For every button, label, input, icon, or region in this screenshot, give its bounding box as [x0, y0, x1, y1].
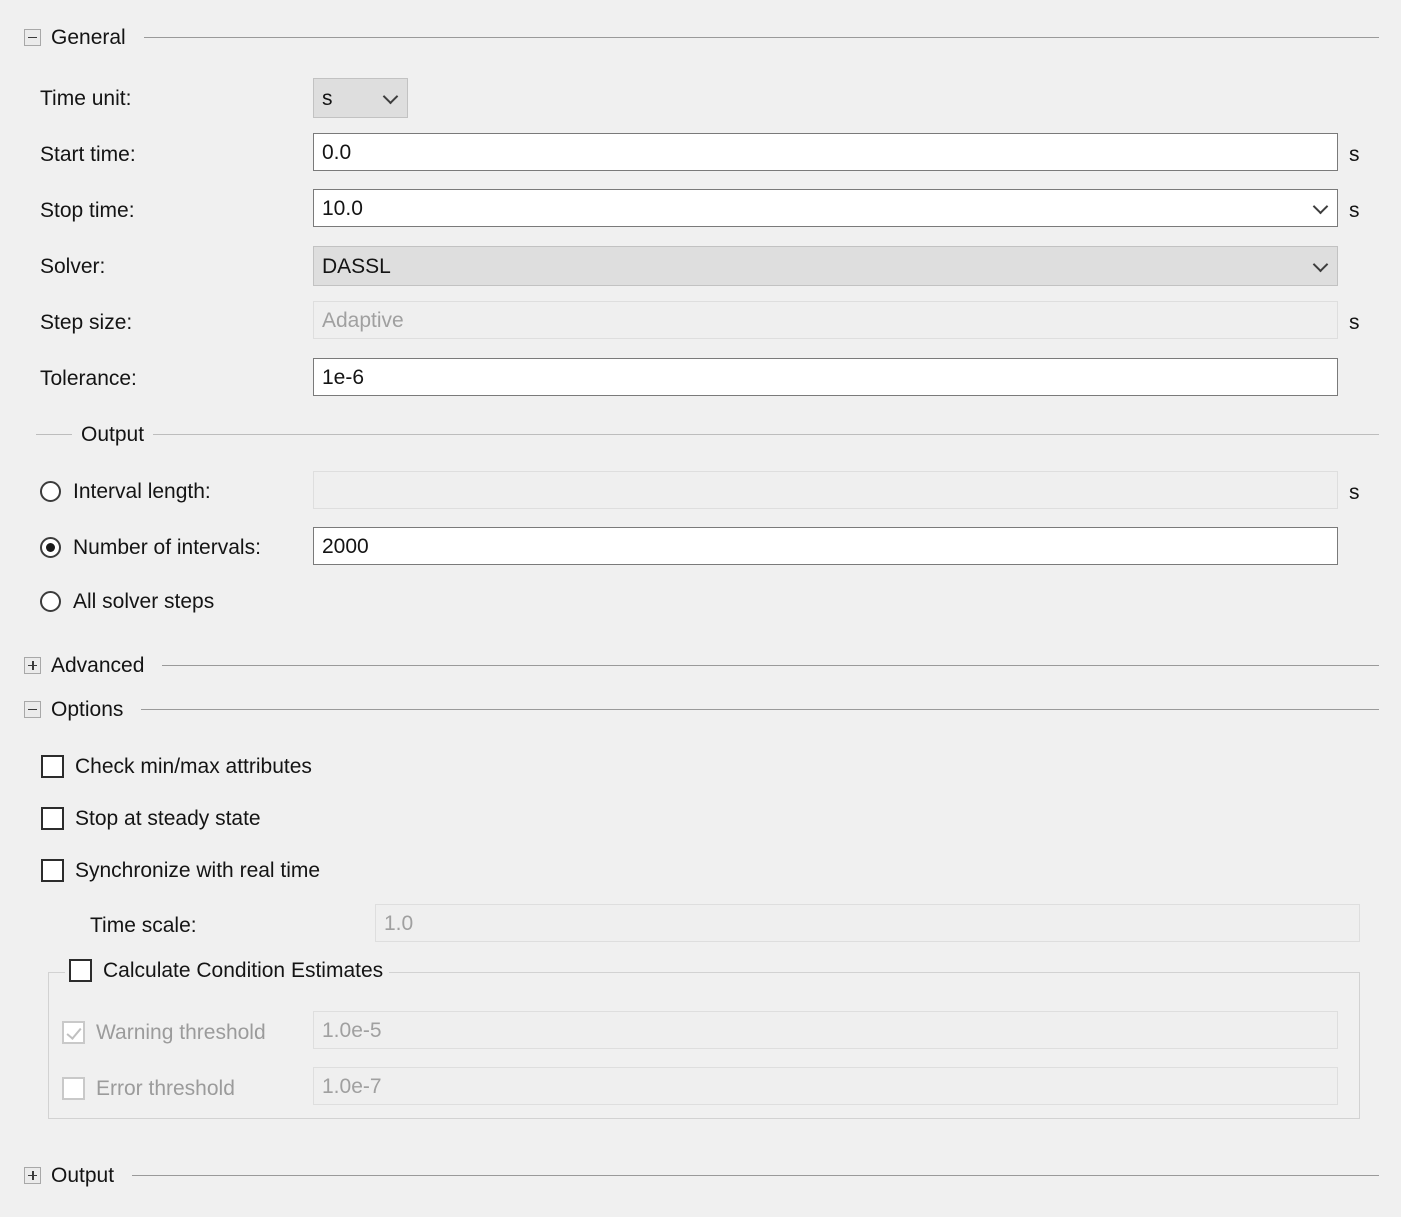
label-synchronize-with-real-time: Synchronize with real time	[75, 858, 321, 882]
simulation-setup-panel: General Time unit: s Start time: 0.0 s S…	[0, 0, 1401, 1217]
radio-number-of-intervals-indicator[interactable]	[40, 536, 61, 558]
checkbox-check-min-max-attributes[interactable]: Check min/max attributes	[41, 752, 312, 780]
checkbox-error-threshold-indicator	[62, 1076, 85, 1100]
tolerance-input[interactable]: 1e-6	[313, 358, 1338, 396]
checkbox-stop-at-steady-state-indicator[interactable]	[41, 806, 64, 830]
error-threshold-input: 1.0e-7	[313, 1067, 1338, 1105]
step-size-unit: s	[1349, 311, 1360, 334]
start-time-value: 0.0	[322, 140, 352, 164]
radio-interval-length-indicator[interactable]	[40, 480, 61, 502]
section-title-general: General	[51, 25, 126, 49]
stop-time-value: 10.0	[322, 196, 363, 220]
label-all-solver-steps: All solver steps	[73, 589, 215, 613]
checkbox-warning-threshold: Warning threshold	[62, 1018, 266, 1046]
label-start-time: Start time:	[40, 142, 136, 166]
time-unit-dropdown[interactable]: s	[313, 78, 408, 118]
section-header-advanced[interactable]: Advanced	[24, 650, 1379, 680]
section-title-output: Output	[51, 1163, 115, 1187]
chevron-down-icon	[384, 90, 397, 103]
step-size-input: Adaptive	[313, 301, 1338, 339]
label-time-unit: Time unit:	[40, 86, 132, 110]
error-threshold-placeholder: 1.0e-7	[322, 1074, 382, 1098]
label-tolerance: Tolerance:	[40, 366, 137, 390]
radio-all-solver-steps-indicator[interactable]	[40, 590, 61, 612]
warning-threshold-input: 1.0e-5	[313, 1011, 1338, 1049]
label-check-min-max-attributes: Check min/max attributes	[75, 754, 312, 778]
checkbox-calculate-condition-estimates-indicator[interactable]	[69, 959, 92, 982]
chevron-down-icon[interactable]	[1314, 258, 1327, 271]
interval-length-unit: s	[1349, 481, 1360, 504]
checkbox-stop-at-steady-state[interactable]: Stop at steady state	[41, 804, 261, 832]
groupbox-title-calculate-condition-estimates[interactable]: Calculate Condition Estimates	[65, 959, 390, 982]
checkbox-error-threshold: Error threshold	[62, 1074, 235, 1102]
label-warning-threshold: Warning threshold	[96, 1020, 266, 1044]
label-number-of-intervals: Number of intervals:	[73, 535, 261, 559]
start-time-input[interactable]: 0.0	[313, 133, 1338, 171]
label-interval-length: Interval length:	[73, 479, 211, 503]
label-stop-time: Stop time:	[40, 198, 135, 222]
label-step-size: Step size:	[40, 310, 133, 334]
minus-box-icon[interactable]	[24, 28, 41, 46]
label-start-time-row: Start time:	[40, 140, 136, 168]
label-stop-time-row: Stop time:	[40, 196, 135, 224]
time-scale-placeholder: 1.0	[384, 911, 414, 935]
subgroup-header-output: Output	[36, 420, 1379, 448]
section-divider-advanced	[162, 664, 1379, 666]
radio-all-solver-steps[interactable]: All solver steps	[40, 587, 214, 615]
section-header-output[interactable]: Output	[24, 1160, 1379, 1190]
checkbox-synchronize-with-real-time-indicator[interactable]	[41, 858, 64, 882]
minus-box-icon[interactable]	[24, 700, 41, 718]
label-time-scale: Time scale:	[90, 913, 197, 937]
warning-threshold-placeholder: 1.0e-5	[322, 1018, 382, 1042]
label-time-scale-row: Time scale:	[90, 911, 197, 939]
label-step-size-row: Step size:	[40, 308, 132, 336]
section-title-advanced: Advanced	[51, 653, 145, 677]
plus-box-icon[interactable]	[24, 656, 41, 674]
stop-time-combo[interactable]: 10.0	[313, 189, 1338, 227]
section-header-general[interactable]: General	[24, 22, 1379, 52]
number-of-intervals-input[interactable]: 2000	[313, 527, 1338, 565]
label-time-unit-row: Time unit:	[40, 84, 131, 112]
tolerance-value: 1e-6	[322, 365, 365, 389]
solver-dropdown[interactable]: DASSL	[313, 246, 1338, 286]
time-scale-input: 1.0	[375, 904, 1360, 942]
number-of-intervals-value: 2000	[322, 534, 369, 558]
subgroup-title-output: Output	[81, 422, 145, 446]
section-divider-options	[141, 708, 1379, 710]
radio-interval-length[interactable]: Interval length:	[40, 477, 211, 505]
subgroup-divider-left	[36, 433, 72, 435]
plus-box-icon[interactable]	[24, 1166, 41, 1184]
checkbox-warning-threshold-indicator	[62, 1020, 85, 1044]
subgroup-divider-right	[153, 433, 1379, 435]
start-time-unit: s	[1349, 143, 1360, 166]
checkbox-check-min-max-indicator[interactable]	[41, 754, 64, 778]
radio-number-of-intervals[interactable]: Number of intervals:	[40, 533, 261, 561]
time-unit-value: s	[322, 86, 333, 110]
label-calculate-condition-estimates: Calculate Condition Estimates	[103, 959, 384, 982]
label-solver: Solver:	[40, 254, 106, 278]
section-divider-general	[143, 36, 1379, 38]
section-divider-output	[132, 1174, 1379, 1176]
chevron-down-icon[interactable]	[1314, 200, 1327, 213]
interval-length-input	[313, 471, 1338, 509]
section-header-options[interactable]: Options	[24, 694, 1379, 724]
label-solver-row: Solver:	[40, 252, 105, 280]
solver-value: DASSL	[322, 254, 391, 278]
section-title-options: Options	[51, 697, 124, 721]
label-stop-at-steady-state: Stop at steady state	[75, 806, 261, 830]
label-tolerance-row: Tolerance:	[40, 364, 137, 392]
checkbox-synchronize-with-real-time[interactable]: Synchronize with real time	[41, 856, 320, 884]
label-error-threshold: Error threshold	[96, 1076, 235, 1100]
step-size-placeholder: Adaptive	[322, 308, 404, 332]
stop-time-unit: s	[1349, 199, 1360, 222]
